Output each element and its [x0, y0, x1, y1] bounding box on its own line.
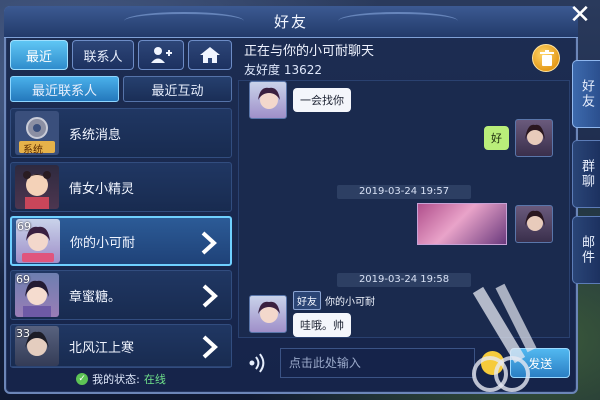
- friendship-value: 13622: [283, 63, 323, 77]
- check-icon: ✓: [76, 372, 89, 385]
- my-status[interactable]: ✓ 我的状态: 在线: [10, 366, 232, 390]
- avatar: [515, 205, 553, 243]
- message-timestamp: 2019-03-24 19:57: [337, 185, 471, 199]
- chevron-right-icon: [202, 284, 218, 308]
- status-value: 在线: [143, 372, 166, 386]
- message-bubble: 哇哦。帅: [293, 313, 351, 337]
- friendship-row: 友好度 13622: [244, 61, 570, 78]
- tab-contacts[interactable]: 联系人: [72, 40, 134, 70]
- avatar: [15, 165, 59, 209]
- chat-panel: 正在与你的小可耐聊天 友好度 13622 一会找你 好 2019-03-24 1…: [238, 40, 571, 390]
- contact-item[interactable]: 33 北风江上寒: [10, 324, 232, 368]
- title-ornament-left: [124, 12, 244, 30]
- title-ornament-right: [338, 12, 458, 30]
- contact-level: 33: [16, 327, 30, 340]
- sender-tag: 好友: [293, 291, 321, 310]
- tab-recent-contacts[interactable]: 最近联系人: [10, 76, 119, 102]
- message-incoming: 好友 你的小可耐 哇哦。帅: [249, 291, 375, 337]
- side-tab-group-chat[interactable]: 群聊: [572, 140, 600, 208]
- chevron-right-icon: [202, 335, 218, 359]
- character-portrait: [23, 171, 51, 209]
- chevron-right-icon: [201, 231, 217, 255]
- avatar: [249, 295, 287, 333]
- contact-name: 倩女小精灵: [69, 181, 135, 197]
- voice-icon[interactable]: [244, 349, 272, 377]
- contacts-top-tabs: 最近 联系人: [10, 40, 232, 70]
- message-outgoing: 好: [478, 119, 553, 157]
- contacts-sub-tabs: 最近联系人 最近互动: [10, 76, 232, 102]
- trash-icon: [540, 50, 554, 66]
- add-friend-button[interactable]: [138, 40, 184, 70]
- avatar: [515, 119, 553, 157]
- contact-level: 69: [17, 220, 31, 233]
- contact-item[interactable]: 倩女小精灵: [10, 162, 232, 212]
- home-button[interactable]: [188, 40, 232, 70]
- tab-recent[interactable]: 最近: [10, 40, 68, 70]
- window-title-bar: 好友: [4, 6, 578, 38]
- contact-name: 系统消息: [69, 127, 122, 143]
- message-content: 好友 你的小可耐 哇哦。帅: [293, 291, 375, 337]
- message-timestamp: 2019-03-24 19:58: [337, 273, 471, 287]
- contact-name: 章蜜糖。: [69, 289, 122, 305]
- message-outgoing-image: [417, 203, 553, 245]
- chat-header: 正在与你的小可耐聊天 友好度 13622: [238, 40, 570, 78]
- home-icon: [200, 47, 220, 63]
- close-icon[interactable]: ✕: [568, 2, 592, 28]
- screenshot-image[interactable]: [417, 203, 507, 245]
- avatar: [249, 81, 287, 119]
- contact-level: 69: [16, 273, 30, 286]
- emoji-icon[interactable]: [480, 351, 505, 375]
- chat-partner-label: 正在与你的小可耐聊天: [244, 44, 375, 59]
- status-label: 我的状态:: [92, 372, 140, 386]
- contact-list: 系统 系统消息 倩女小精灵 69 你的小可耐 69 章蜜糖。 33 北风江上寒: [10, 108, 232, 368]
- contacts-panel: 最近 联系人 最近联系人 最近互动 系统 系统消息 倩女小精灵 69 你的小可耐…: [10, 40, 232, 390]
- contact-name: 你的小可耐: [70, 235, 136, 251]
- chat-input-row: 发送: [238, 344, 571, 382]
- clear-chat-button[interactable]: [532, 44, 560, 72]
- window-title: 好友: [273, 13, 308, 31]
- message-incoming: 一会找你: [249, 81, 357, 119]
- contact-item[interactable]: 系统 系统消息: [10, 108, 232, 158]
- side-tab-friends[interactable]: 好友: [572, 60, 600, 128]
- send-button[interactable]: 发送: [510, 348, 571, 378]
- contact-name: 北风江上寒: [69, 340, 135, 356]
- tab-recent-interactions[interactable]: 最近互动: [123, 76, 232, 102]
- side-tab-mail[interactable]: 邮件: [572, 216, 600, 284]
- message-bubble: 一会找你: [293, 88, 351, 112]
- sender-name: 你的小可耐: [325, 297, 375, 308]
- contact-item[interactable]: 69 你的小可耐: [10, 216, 232, 266]
- add-friend-icon: [151, 47, 172, 63]
- message-bubble: 好: [484, 126, 509, 150]
- contact-item[interactable]: 69 章蜜糖。: [10, 270, 232, 320]
- system-badge: 系统: [23, 145, 43, 155]
- sender-info: 好友 你的小可耐: [293, 291, 375, 310]
- chat-input[interactable]: [279, 348, 475, 378]
- system-avatar: 系统: [15, 111, 59, 155]
- friendship-label: 友好度: [244, 63, 281, 77]
- chat-messages[interactable]: 一会找你 好 2019-03-24 19:57 2019-03-24 19:58: [238, 80, 570, 338]
